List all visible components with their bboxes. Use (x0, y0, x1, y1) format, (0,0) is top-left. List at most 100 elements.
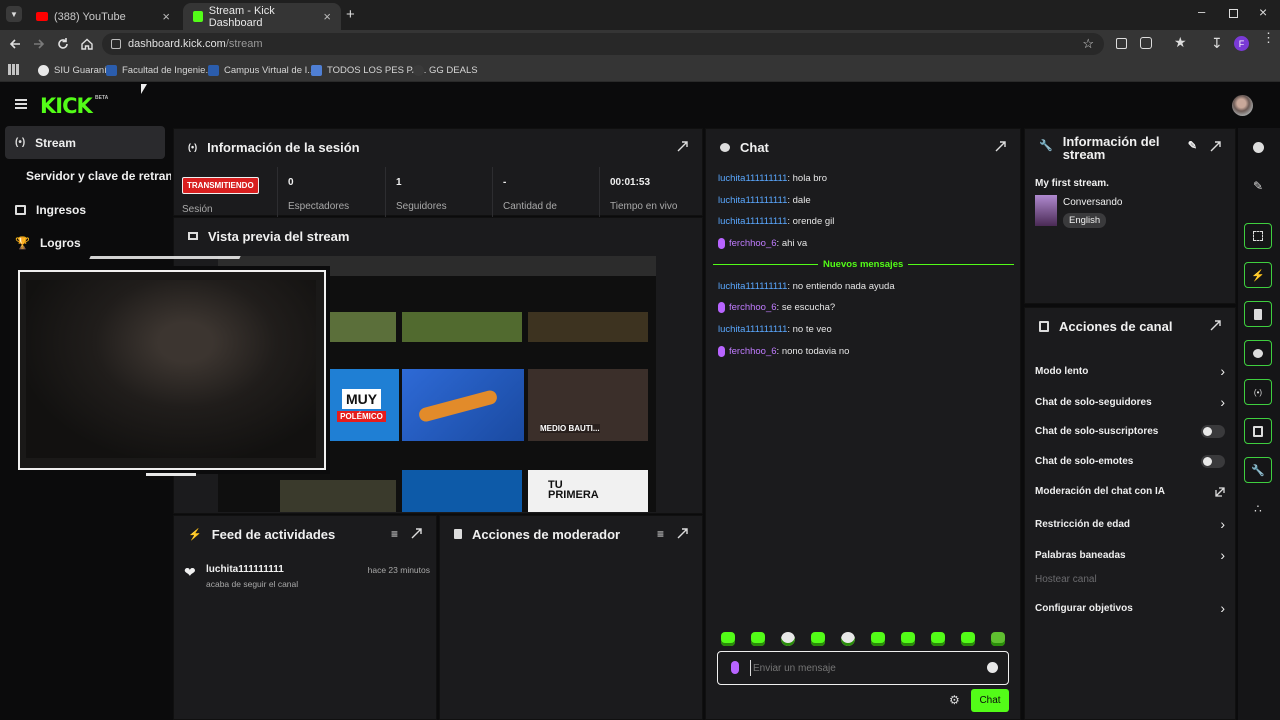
list-icon[interactable] (1244, 418, 1272, 444)
activity-feed-panel: ⚡ Feed de actividades ≡ ❤ luchita1111111… (173, 515, 437, 720)
emote[interactable] (811, 632, 825, 646)
emote[interactable] (871, 632, 885, 646)
popout-icon[interactable] (1210, 320, 1221, 331)
close-window-button[interactable]: × (1259, 4, 1267, 20)
bookmark-pes[interactable]: TODOS LOS PES PA... (311, 62, 426, 78)
document-icon[interactable] (1244, 301, 1272, 327)
chat-username[interactable]: ferchhoo_6 (729, 238, 777, 249)
chat-username[interactable]: luchita111111111 (718, 324, 787, 335)
emote[interactable] (931, 632, 945, 646)
moderator-actions-panel: Acciones de moderador ≡ (439, 515, 703, 720)
broadcast-icon[interactable]: (•) (1244, 379, 1272, 405)
action-banned-words[interactable]: Palabras baneadas › (1035, 547, 1225, 563)
preview-thumb (402, 369, 524, 441)
bookmark-gg-deals[interactable]: GG DEALS (413, 62, 478, 78)
webcam-feed (26, 280, 316, 458)
action-ai-moderation[interactable]: Moderación del chat con IA (1035, 486, 1225, 497)
minimize-button[interactable]: – (1198, 4, 1205, 19)
download-icon[interactable]: ↧ (1211, 35, 1223, 52)
extensions-icon[interactable] (1140, 37, 1152, 49)
action-followers-only[interactable]: Chat de solo-seguidores › (1035, 394, 1225, 410)
webcam-frame-decoration (146, 468, 196, 476)
panel-header: Chat (706, 129, 1020, 165)
chat-text: : no entiendo nada ayuda (787, 281, 895, 292)
emoji-picker-icon[interactable] (987, 662, 998, 673)
chat-bubble-icon[interactable] (1244, 340, 1272, 366)
chat-message-input[interactable] (750, 660, 970, 676)
popout-icon[interactable] (677, 528, 688, 539)
chat-settings-icon[interactable]: ⚙ (949, 693, 960, 707)
tab-kick-dashboard[interactable]: Stream - Kick Dashboard × (183, 3, 341, 30)
emote[interactable] (991, 632, 1005, 646)
user-avatar[interactable] (1232, 95, 1253, 116)
edit-pencil-icon[interactable]: ✎ (1244, 173, 1272, 199)
emote[interactable] (781, 632, 795, 646)
bookmark-star-icon[interactable]: ★ (1174, 34, 1187, 51)
address-bar[interactable]: dashboard.kick.com/stream ☆ (102, 33, 1104, 55)
chat-username[interactable]: luchita111111111 (718, 173, 787, 184)
bookmark-campus[interactable]: Campus Virtual de I... (208, 62, 315, 78)
action-configure-goals[interactable]: Configurar objetivos › (1035, 600, 1225, 616)
back-icon[interactable] (8, 37, 22, 51)
site-info-icon[interactable] (111, 39, 121, 49)
new-tab-button[interactable]: + (346, 6, 355, 23)
chat-username[interactable]: ferchhoo_6 (729, 346, 777, 357)
close-tab-icon[interactable]: × (323, 9, 331, 24)
bookmark-facultad[interactable]: Facultad de Ingenie... (106, 62, 213, 78)
sidebar-item-ingresos[interactable]: Ingresos (5, 193, 165, 226)
bookmark-siu[interactable]: SIU Guaraní (38, 62, 107, 78)
info-icon[interactable] (1244, 134, 1272, 160)
chat-username[interactable]: luchita111111111 (718, 216, 787, 227)
filter-icon[interactable]: ≡ (391, 527, 398, 541)
chat-username[interactable]: ferchhoo_6 (729, 302, 777, 313)
sidebar-item-server-key[interactable]: Servidor y clave de retransmisión (16, 159, 171, 192)
restore-button[interactable] (1229, 9, 1238, 18)
chat-message: luchita111111111: no entiendo nada ayuda (718, 281, 895, 292)
clip-icon[interactable] (1244, 223, 1272, 249)
tab-search-button[interactable]: ▼ (6, 6, 22, 22)
menu-kebab-icon[interactable]: ⋮ (1262, 31, 1275, 44)
emote[interactable] (901, 632, 915, 646)
forward-icon[interactable] (32, 37, 46, 51)
screenshot-icon[interactable] (1116, 38, 1127, 49)
edit-pencil-icon[interactable]: ✎ (1188, 139, 1197, 152)
wrench-icon[interactable]: 🔧 (1244, 457, 1272, 483)
reload-icon[interactable] (56, 37, 70, 51)
stat-live-time: 00:01:53 Tiempo en vivo (599, 167, 704, 217)
thumb-text: MEDIO BAUTI... (540, 424, 600, 433)
profile-avatar[interactable]: F (1234, 36, 1249, 51)
chat-username[interactable]: luchita111111111 (718, 281, 787, 292)
shield-icon (311, 64, 322, 76)
home-icon[interactable] (80, 37, 94, 51)
popout-icon[interactable] (411, 528, 422, 539)
action-slow-mode[interactable]: Modo lento › (1035, 363, 1225, 379)
layout-dots-icon[interactable]: ∴ (1244, 496, 1272, 522)
emote[interactable] (721, 632, 735, 646)
sidebar-item-logros[interactable]: 🏆 Logros (5, 226, 165, 259)
action-emotes-only[interactable]: Chat de solo-emotes (1035, 455, 1225, 468)
action-age-restriction[interactable]: Restricción de edad › (1035, 516, 1225, 532)
sidebar-item-stream[interactable]: (•) Stream (5, 126, 165, 159)
subscribers-only-toggle[interactable] (1201, 425, 1225, 438)
emote[interactable] (841, 632, 855, 646)
kick-logo[interactable]: KICK (40, 94, 93, 118)
bolt-icon[interactable]: ⚡ (1244, 262, 1272, 288)
action-subscribers-only[interactable]: Chat de solo-suscriptores (1035, 425, 1225, 438)
send-chat-button[interactable]: Chat (971, 689, 1009, 712)
emotes-only-toggle[interactable] (1201, 455, 1225, 468)
wrench-icon: 🔧 (1039, 140, 1053, 152)
tab-youtube[interactable]: (388) YouTube × (26, 3, 180, 30)
apps-grid-icon[interactable] (8, 64, 19, 75)
star-icon[interactable]: ☆ (1082, 36, 1094, 52)
chat-text: : dale (787, 195, 811, 206)
thumb-text: TU PRIMERA (548, 479, 599, 501)
popout-icon[interactable] (677, 141, 688, 152)
emote[interactable] (961, 632, 975, 646)
hamburger-menu-icon[interactable] (15, 99, 27, 109)
popout-icon[interactable] (995, 141, 1006, 152)
close-tab-icon[interactable]: × (162, 9, 170, 24)
emote[interactable] (751, 632, 765, 646)
filter-icon[interactable]: ≡ (657, 527, 664, 541)
chat-username[interactable]: luchita111111111 (718, 195, 787, 206)
popout-icon[interactable] (1210, 141, 1221, 152)
